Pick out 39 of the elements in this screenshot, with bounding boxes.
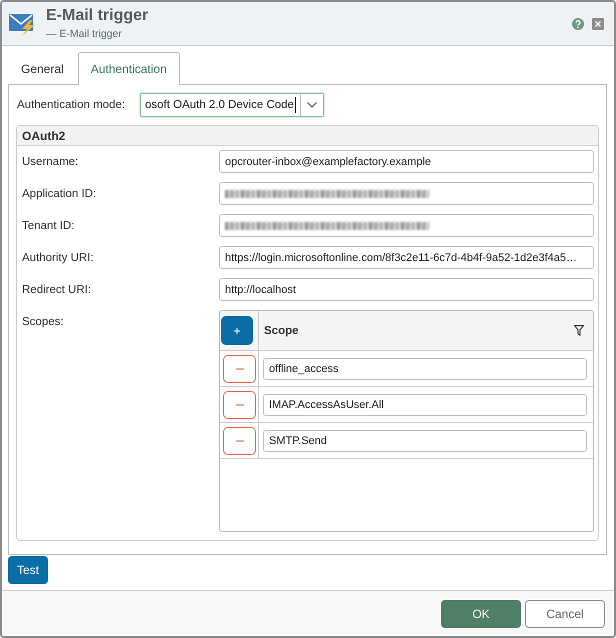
auth-mode-combobox[interactable]: osoft OAuth 2.0 Device Code: [140, 93, 324, 117]
plus-icon: [234, 328, 240, 334]
remove-button[interactable]: [223, 390, 256, 418]
text-field[interactable]: https://login.microsoftonline.com/8f3c2e11-6c7d-4b4f-9a52-1d2e3f4a5…: [219, 246, 594, 269]
field-label: Authentication mode:: [16, 99, 126, 111]
window-title: E-Mail trigger: [46, 7, 148, 25]
field-label: Authority URI:: [22, 252, 95, 264]
test-button[interactable]: Test: [8, 556, 48, 584]
field-label: Username:: [22, 156, 80, 168]
minus-icon: [236, 404, 244, 406]
field-label: Redirect URI:: [22, 284, 92, 296]
cancel-button[interactable]: Cancel: [525, 600, 605, 628]
text-field[interactable]: http://localhost: [219, 278, 594, 301]
scope-field[interactable]: SMTP.Send: [263, 430, 587, 452]
tab[interactable]: General: [8, 52, 77, 85]
minus-icon: [236, 440, 244, 442]
add-button[interactable]: [221, 316, 253, 345]
tab[interactable]: Authentication: [78, 52, 180, 85]
column-title: Scope: [264, 324, 299, 336]
field-label: Tenant ID:: [22, 220, 76, 232]
text-field[interactable]: [219, 214, 594, 237]
minus-icon: [236, 368, 244, 370]
chevron-down-icon: [306, 102, 317, 108]
group-title: OAuth2: [22, 128, 66, 142]
window-subtitle: — E-Mail trigger: [46, 28, 123, 40]
ok-button[interactable]: OK: [441, 600, 521, 628]
close-icon[interactable]: [592, 18, 604, 30]
filter-icon[interactable]: [574, 325, 584, 336]
remove-button[interactable]: [223, 354, 256, 382]
text-field[interactable]: opcrouter-inbox@examplefactory.example: [219, 150, 594, 173]
help-icon[interactable]: [572, 18, 584, 30]
field-label: Application ID:: [22, 188, 98, 200]
dropdown-button[interactable]: [300, 94, 323, 116]
scope-field[interactable]: offline_access: [263, 358, 587, 380]
field-label: Scopes:: [22, 316, 65, 328]
text-field[interactable]: [219, 182, 594, 205]
scope-field[interactable]: IMAP.AccessAsUser.All: [263, 394, 587, 416]
remove-button[interactable]: [223, 426, 256, 454]
envelope-lightning-icon: [9, 12, 37, 36]
